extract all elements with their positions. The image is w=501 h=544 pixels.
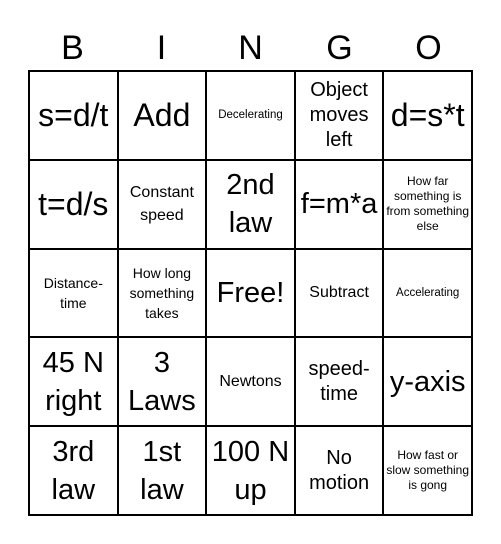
bingo-cell[interactable]: Accelerating xyxy=(383,248,472,338)
cell-text: No motion xyxy=(309,446,370,494)
cell-text: Decelerating xyxy=(218,109,283,122)
cell-text: 3rd law xyxy=(51,435,96,506)
bingo-cell[interactable]: No motion xyxy=(294,426,384,515)
cell-text: t=d/s xyxy=(38,185,109,222)
header-letter-g: G xyxy=(326,29,353,67)
bingo-cell[interactable]: d=s*t xyxy=(383,71,472,160)
cell-text: Distance-time xyxy=(43,274,103,311)
header-letter-i: I xyxy=(156,29,167,67)
cell-text: Subtract xyxy=(309,284,369,302)
cell-text: 1st law xyxy=(140,435,184,506)
cell-text: Add xyxy=(133,96,191,133)
bingo-cell[interactable]: Object moves left xyxy=(294,71,384,160)
cell-text: Free! xyxy=(216,276,285,309)
free-space-cell[interactable]: Free! xyxy=(206,248,295,338)
cell-text: y-axis xyxy=(389,365,466,398)
bingo-cell[interactable]: Subtract xyxy=(294,248,384,338)
header-letter-o: O xyxy=(415,29,442,67)
cell-text: speed-time xyxy=(308,357,370,405)
bingo-cell[interactable]: Newtons xyxy=(206,337,295,427)
cell-text: Constant speed xyxy=(129,184,194,225)
cell-text: f=m*a xyxy=(300,188,378,221)
bingo-cell[interactable]: 2nd law xyxy=(206,159,295,249)
cell-text: How fast or slow something is gong xyxy=(386,448,470,493)
bingo-cell[interactable]: t=d/s xyxy=(29,159,118,249)
cell-text: 100 N up xyxy=(211,435,290,506)
cell-text: 45 N right xyxy=(42,346,104,417)
bingo-cell[interactable]: s=d/t xyxy=(29,71,118,160)
bingo-cell[interactable]: 3rd law xyxy=(29,426,118,515)
cell-text: Accelerating xyxy=(396,286,460,299)
bingo-card: s=d/t Add Decelerating Object moves left… xyxy=(28,70,473,516)
bingo-cell[interactable]: y-axis xyxy=(383,337,472,427)
cell-text: How far something is from something else xyxy=(386,174,470,234)
bingo-header: B I N G O xyxy=(28,26,473,70)
cell-text: How long something takes xyxy=(129,264,195,321)
bingo-cell[interactable]: f=m*a xyxy=(294,159,384,249)
bingo-cell[interactable]: Constant speed xyxy=(117,159,207,249)
bingo-cell[interactable]: How fast or slow something is gong xyxy=(383,426,472,515)
bingo-cell[interactable]: 45 N right xyxy=(29,337,118,427)
bingo-cell[interactable]: 3 Laws xyxy=(117,337,207,427)
bingo-cell[interactable]: How long something takes xyxy=(117,248,207,338)
bingo-cell[interactable]: 1st law xyxy=(117,426,207,515)
cell-text: s=d/t xyxy=(38,96,109,133)
bingo-cell[interactable]: How far something is from something else xyxy=(383,159,472,249)
cell-text: d=s*t xyxy=(390,96,465,133)
bingo-cell[interactable]: Distance-time xyxy=(29,248,118,338)
header-letter-n: N xyxy=(238,29,263,67)
cell-text: 2nd law xyxy=(226,169,275,240)
cell-text: Object moves left xyxy=(309,78,369,151)
bingo-cell[interactable]: 100 N up xyxy=(206,426,295,515)
bingo-cell[interactable]: Decelerating xyxy=(206,71,295,160)
cell-text: 3 Laws xyxy=(128,346,196,417)
cell-text: Newtons xyxy=(219,373,282,391)
bingo-cell[interactable]: Add xyxy=(117,71,207,160)
bingo-cell[interactable]: speed-time xyxy=(294,337,384,427)
header-letter-b: B xyxy=(61,29,84,67)
